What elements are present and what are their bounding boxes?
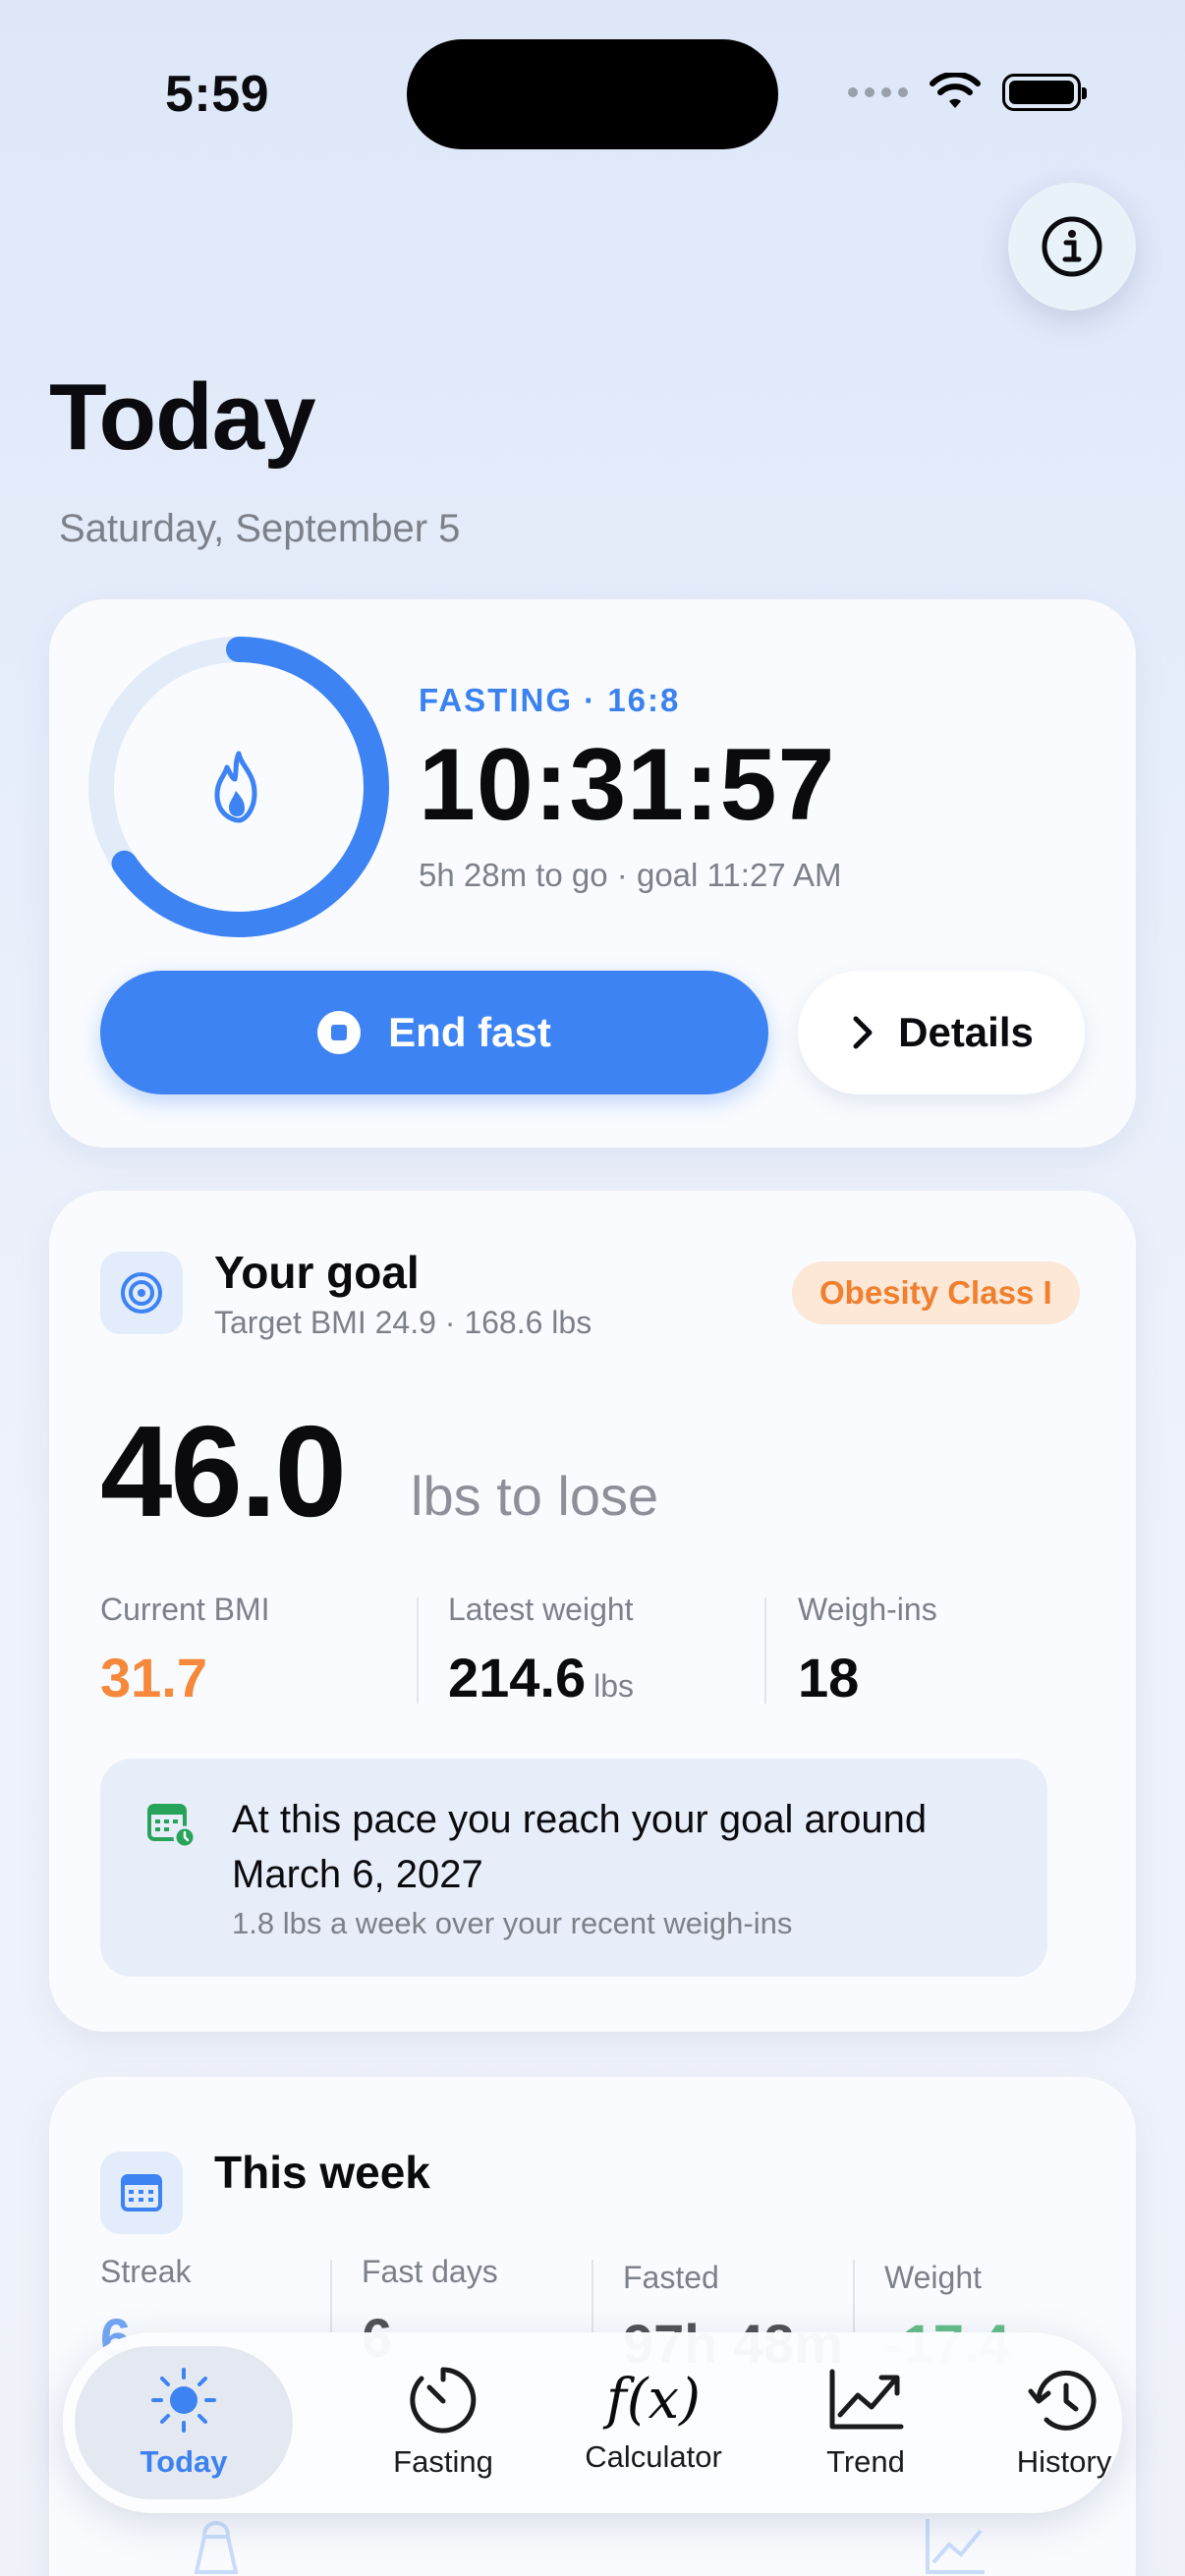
goal-title: Your goal bbox=[214, 1247, 420, 1298]
details-label: Details bbox=[898, 1009, 1034, 1055]
stat-label: Weigh-ins bbox=[798, 1592, 937, 1627]
pace-subtitle: 1.8 lbs a week over your recent weigh-in… bbox=[232, 1906, 793, 1940]
calendar-icon bbox=[121, 2174, 162, 2212]
fasting-subtitle: 5h 28m to go · goal 11:27 AM bbox=[419, 857, 842, 893]
details-button[interactable]: Details bbox=[798, 971, 1085, 1094]
stop-icon bbox=[317, 1011, 362, 1054]
page-date: Saturday, September 5 bbox=[59, 507, 461, 550]
end-fast-button[interactable]: End fast bbox=[100, 971, 768, 1094]
sun-icon bbox=[151, 2368, 216, 2433]
tab-today[interactable]: Today bbox=[75, 2346, 293, 2499]
lbs-to-lose-unit: lbs to lose bbox=[411, 1465, 659, 1527]
week-title: This week bbox=[214, 2147, 430, 2198]
stat-label: Streak bbox=[100, 2254, 192, 2289]
calendar-icon-tile bbox=[100, 2152, 183, 2234]
tab-label: Trend bbox=[826, 2444, 905, 2479]
pace-text: At this pace you reach your goal around … bbox=[232, 1798, 928, 1896]
stat-label: Current BMI bbox=[100, 1592, 270, 1627]
stat-label: Fast days bbox=[362, 2254, 498, 2289]
info-button[interactable] bbox=[1008, 183, 1136, 310]
goal-card: Your goal Target BMI 24.9 · 168.6 lbs Ob… bbox=[49, 1191, 1136, 2032]
tab-label: History bbox=[1016, 2444, 1112, 2479]
info-icon bbox=[1042, 216, 1102, 277]
flame-icon bbox=[214, 751, 257, 823]
status-time: 5:59 bbox=[165, 66, 270, 123]
target-icon-tile bbox=[100, 1252, 183, 1334]
tab-label: Calculator bbox=[585, 2439, 722, 2474]
stat-label: Weight bbox=[884, 2260, 983, 2295]
current-bmi-stat: Current BMI 31.7 bbox=[100, 1592, 269, 1709]
signal-icon bbox=[848, 87, 908, 97]
stat-unit: lbs bbox=[593, 1668, 635, 1704]
end-fast-label: End fast bbox=[388, 1009, 551, 1055]
lbs-to-lose-value: 46.0 bbox=[100, 1399, 347, 1543]
pace-projection: At this pace you reach your goal around … bbox=[100, 1759, 1047, 1977]
battery-icon bbox=[1002, 74, 1087, 111]
tab-bar: Today Fasting f(x) Calculator Trend Hist… bbox=[63, 2332, 1122, 2513]
status-icons bbox=[848, 73, 1087, 112]
tab-label: Fasting bbox=[393, 2444, 493, 2479]
stat-label: Latest weight bbox=[448, 1592, 634, 1627]
goal-subtitle: Target BMI 24.9 · 168.6 lbs bbox=[214, 1305, 592, 1340]
divider bbox=[417, 1597, 419, 1704]
timer-icon bbox=[410, 2367, 477, 2434]
tab-label: Today bbox=[140, 2444, 228, 2479]
dynamic-island bbox=[407, 39, 778, 149]
tab-calculator[interactable]: f(x) Calculator bbox=[550, 2346, 757, 2499]
chevron-right-icon bbox=[853, 1016, 873, 1049]
stat-value: 18 bbox=[798, 1647, 860, 1708]
tab-history[interactable]: History bbox=[961, 2346, 1167, 2499]
weigh-ins-stat: Weigh-ins 18 bbox=[798, 1592, 937, 1709]
calendar-check-icon bbox=[147, 1804, 197, 1849]
wifi-icon bbox=[930, 73, 981, 108]
scale-icon bbox=[194, 2521, 239, 2574]
bmi-class-badge: Obesity Class I bbox=[792, 1261, 1080, 1324]
fasting-card: FASTING · 16:8 10:31:57 5h 28m to go · g… bbox=[49, 599, 1136, 1148]
tab-trend[interactable]: Trend bbox=[762, 2346, 969, 2499]
stat-label: Fasted bbox=[623, 2260, 719, 2295]
function-icon: f(x) bbox=[605, 2368, 701, 2432]
stat-value: 214.6 bbox=[448, 1647, 587, 1708]
stat-value: 31.7 bbox=[100, 1647, 207, 1708]
fasting-progress-ring bbox=[88, 637, 389, 937]
target-icon bbox=[121, 1272, 162, 1314]
fasting-timer: 10:31:57 bbox=[419, 728, 836, 842]
page-title: Today bbox=[49, 364, 316, 470]
tab-fasting[interactable]: Fasting bbox=[340, 2346, 546, 2499]
fasting-label: FASTING · 16:8 bbox=[419, 682, 681, 718]
latest-weight-stat: Latest weight 214.6 lbs bbox=[448, 1592, 634, 1709]
chart-line-icon bbox=[926, 2519, 985, 2574]
chart-line-icon bbox=[829, 2369, 904, 2430]
history-icon bbox=[1028, 2370, 1097, 2431]
divider bbox=[764, 1597, 766, 1704]
